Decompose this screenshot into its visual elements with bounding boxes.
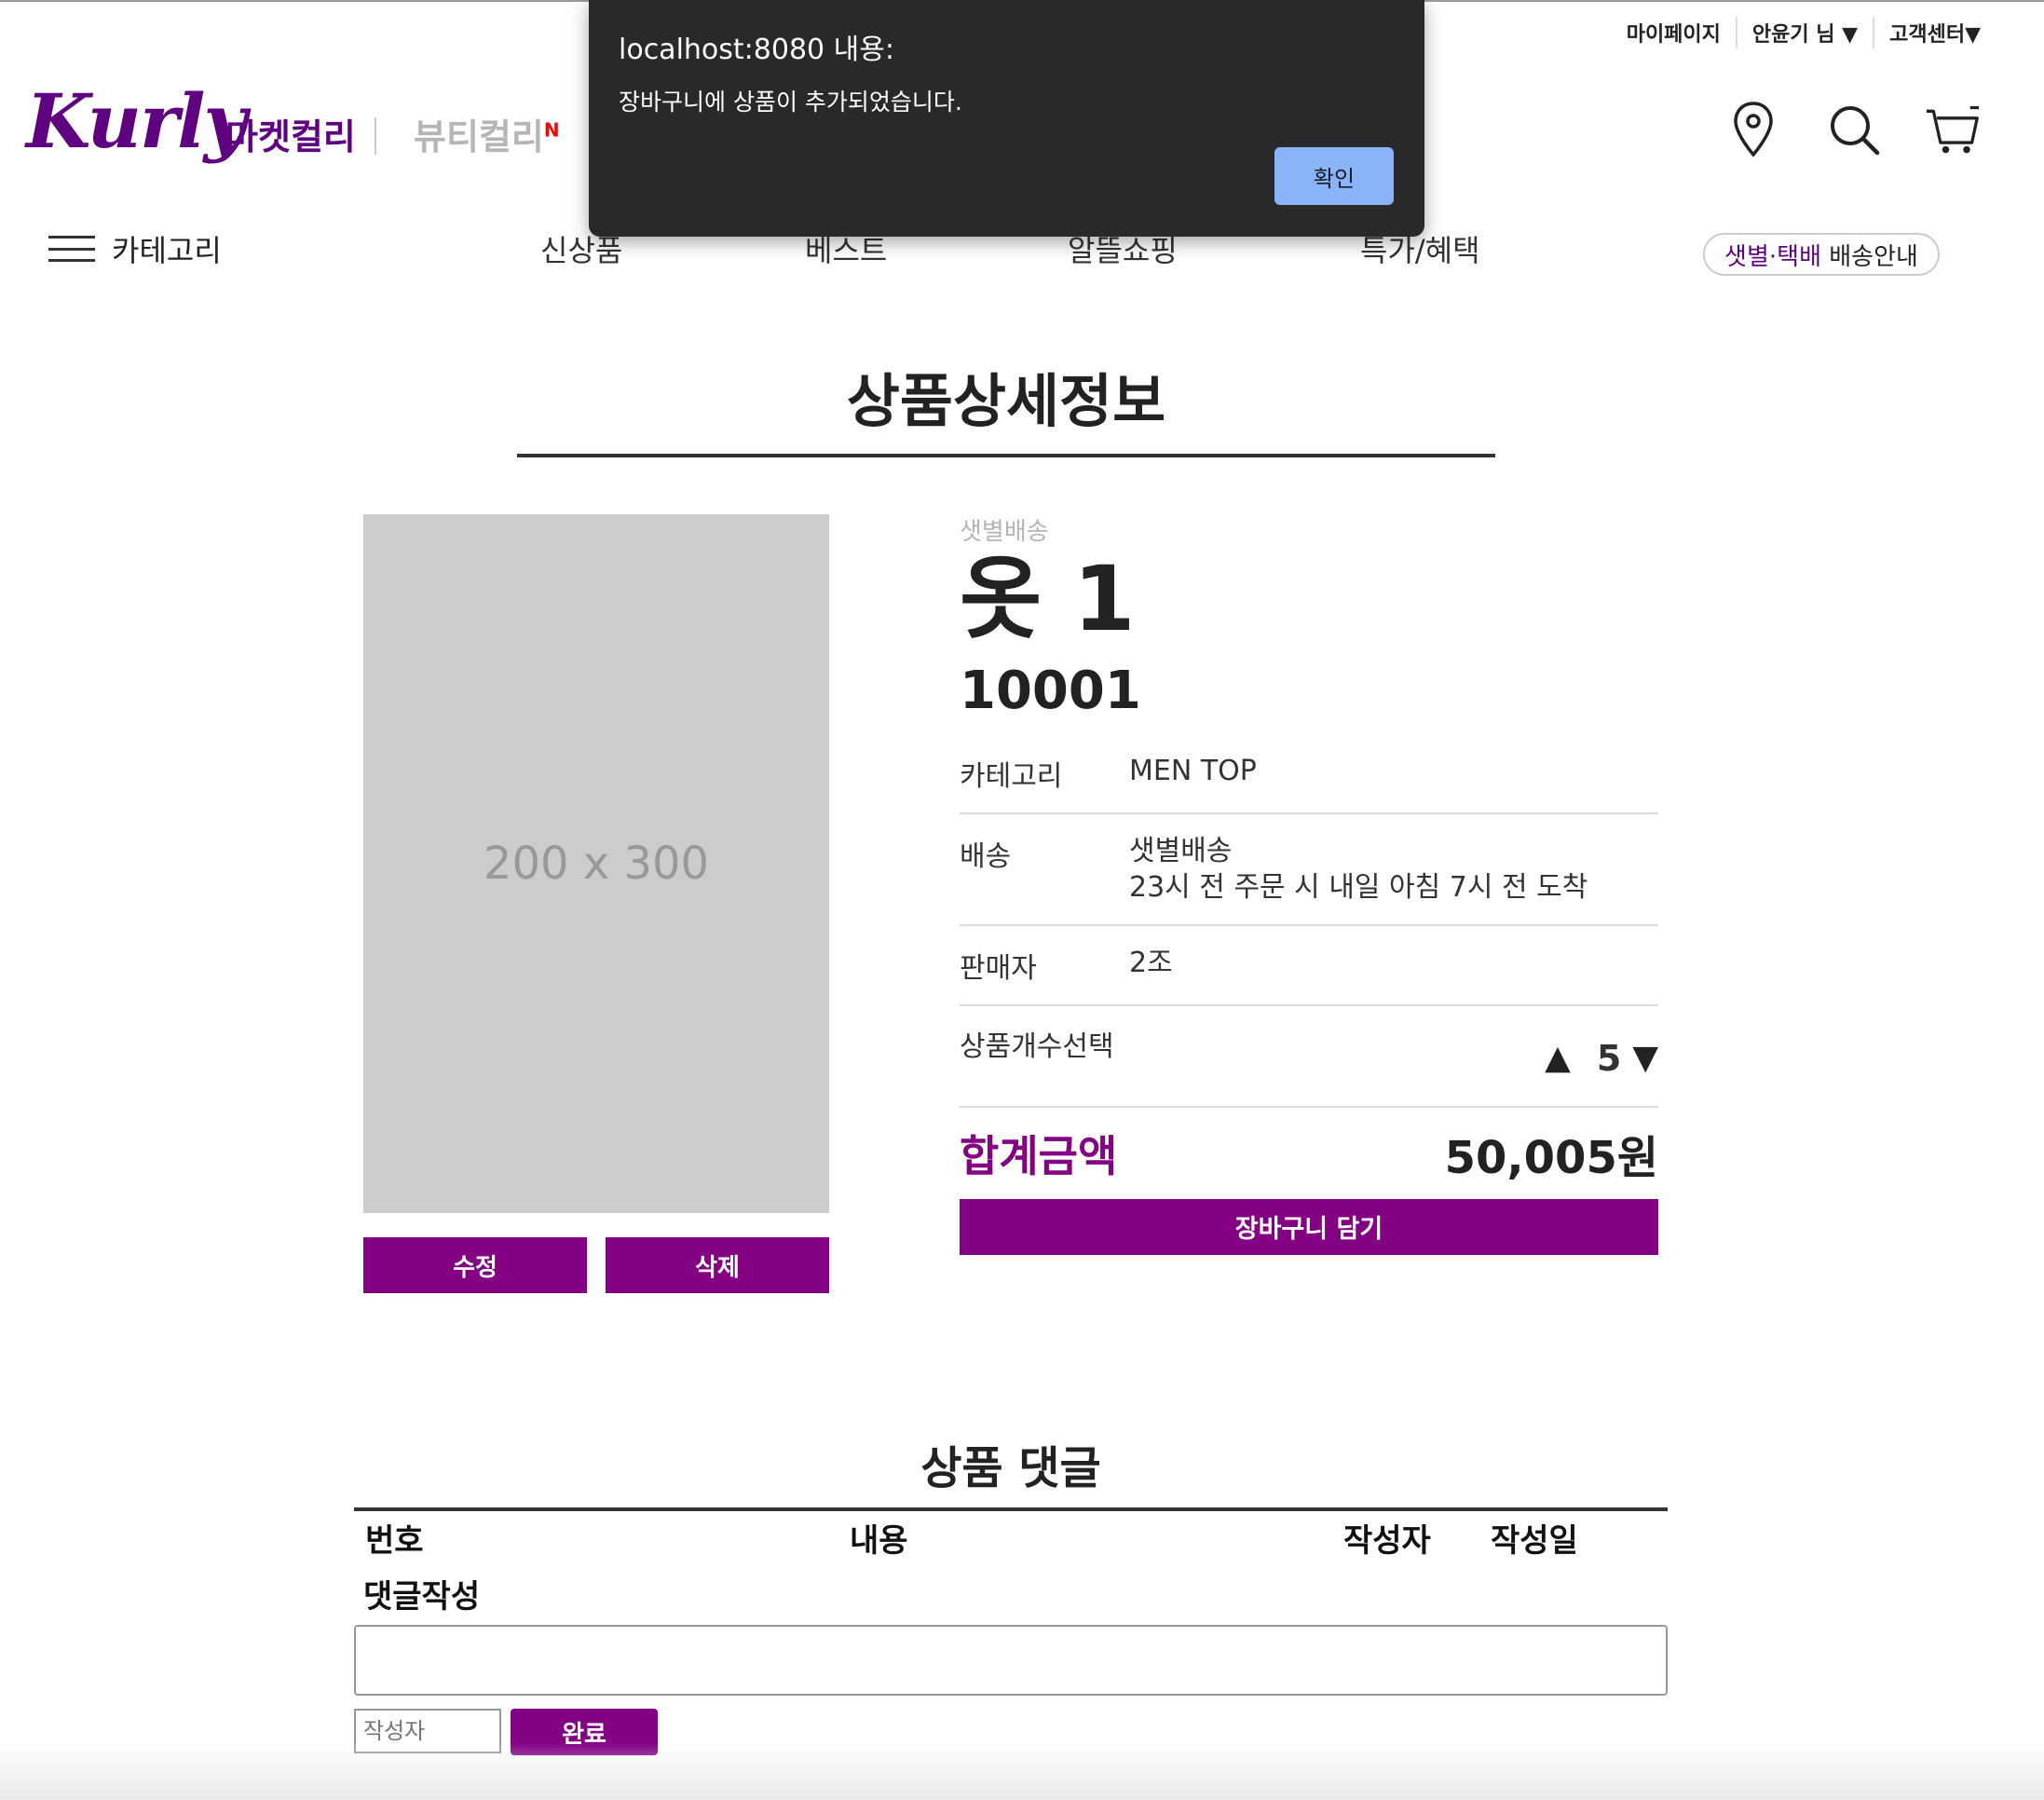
column-date: 작성일	[1491, 1522, 1578, 1560]
user-menu: 마이페이지 안윤기 님 ▼ 고객센터▼	[1612, 17, 1996, 48]
quantity-stepper: ▲ 5 ▼	[1202, 1023, 1658, 1082]
user-name-dropdown[interactable]: 안윤기 님 ▼	[1737, 18, 1873, 48]
alert-dialog: localhost:8080 내용: 장바구니에 상품이 추가되었습니다. 확인	[589, 0, 1424, 237]
delivery-row-label: 배송	[960, 839, 1012, 873]
tab-divider	[375, 117, 376, 155]
add-to-cart-button[interactable]: 장바구니 담기	[960, 1198, 1658, 1255]
comment-write-label: 댓글작성	[363, 1578, 481, 1616]
delivery-tag: 샛별배송	[960, 518, 1049, 546]
product-price: 10001	[960, 660, 1141, 721]
info-row-delivery: 배송 샛별배송 23시 전 주문 시 내일 아침 7시 전 도착	[960, 814, 1658, 926]
mypage-link[interactable]: 마이페이지	[1612, 18, 1736, 48]
quantity-value: 5	[1596, 1037, 1622, 1079]
delete-button[interactable]: 삭제	[606, 1237, 829, 1293]
category-label: 카테고리	[112, 233, 222, 268]
delivery-highlight: 샛별·택배	[1724, 242, 1821, 271]
kurly-logo[interactable]: Kurly	[26, 84, 247, 158]
seller-row-label: 판매자	[960, 951, 1037, 985]
quantity-increase-button[interactable]: ▲	[1545, 1037, 1571, 1081]
tab-beauty-label: 뷰티컬리	[414, 116, 544, 157]
search-icon	[1831, 106, 1880, 156]
info-row-seller: 판매자 2조	[960, 926, 1658, 1006]
alert-message: 장바구니에 상품이 추가되었습니다.	[619, 89, 962, 116]
tab-beauty-kurly[interactable]: 뷰티컬리N	[414, 108, 560, 159]
info-row-quantity: 상품개수선택 ▲ 5 ▼	[960, 1006, 1658, 1108]
edit-button[interactable]: 수정	[363, 1237, 587, 1293]
column-content: 내용	[850, 1522, 908, 1560]
tab-market-kurly[interactable]: 마켓컬리	[225, 108, 356, 159]
delivery-info-button[interactable]: 샛별·택배 배송안내	[1703, 233, 1940, 276]
search-button[interactable]	[1826, 97, 1882, 162]
title-divider	[517, 454, 1495, 457]
hamburger-icon	[48, 236, 95, 262]
comments-title: 상품 댓글	[920, 1442, 1101, 1494]
quantity-row-label: 상품개수선택	[960, 1030, 1114, 1063]
delivery-row-value: 샛별배송 23시 전 주문 시 내일 아침 7시 전 도착	[1129, 833, 1658, 906]
cart-icon	[1926, 105, 1980, 154]
total-amount: 50,005원	[1444, 1131, 1658, 1184]
total-row: 합계금액 50,005원	[960, 1108, 1658, 1195]
alert-ok-button[interactable]: 확인	[1274, 147, 1394, 205]
seller-row-value: 2조	[1129, 946, 1173, 979]
category-menu-button[interactable]: 카테고리	[48, 227, 222, 270]
category-row-label: 카테고리	[960, 759, 1063, 793]
cart-button[interactable]	[1925, 97, 1981, 162]
column-author: 작성자	[1343, 1522, 1431, 1560]
column-number: 번호	[365, 1522, 424, 1560]
image-placeholder-text: 200 x 300	[483, 838, 710, 890]
quantity-decrease-button[interactable]: ▼	[1632, 1037, 1658, 1081]
new-badge: N	[543, 118, 560, 142]
product-name: 옷 1	[960, 547, 1136, 651]
delivery-label: 배송안내	[1821, 242, 1918, 271]
location-icon	[1734, 102, 1773, 157]
bottom-fade	[0, 1742, 2044, 1800]
total-label: 합계금액	[960, 1130, 1118, 1181]
comment-textarea[interactable]	[354, 1625, 1668, 1696]
delivery-type: 샛별배송	[1129, 834, 1233, 867]
alert-title: localhost:8080 내용:	[619, 34, 894, 66]
category-row-value: MEN TOP	[1129, 754, 1257, 787]
page-title: 상품상세정보	[846, 367, 1166, 435]
product-image: 200 x 300	[363, 514, 829, 1213]
location-button[interactable]	[1725, 97, 1781, 162]
comments-divider	[354, 1507, 1668, 1511]
delivery-eta: 23시 전 주문 시 내일 아침 7시 전 도착	[1129, 870, 1588, 904]
product-info: 샛별배송 옷 1 10001 카테고리 MEN TOP 배송 샛별배송 23시 …	[960, 512, 1658, 1255]
info-row-category: 카테고리 MEN TOP	[960, 734, 1658, 814]
customer-center-dropdown[interactable]: 고객센터▼	[1874, 18, 1996, 48]
